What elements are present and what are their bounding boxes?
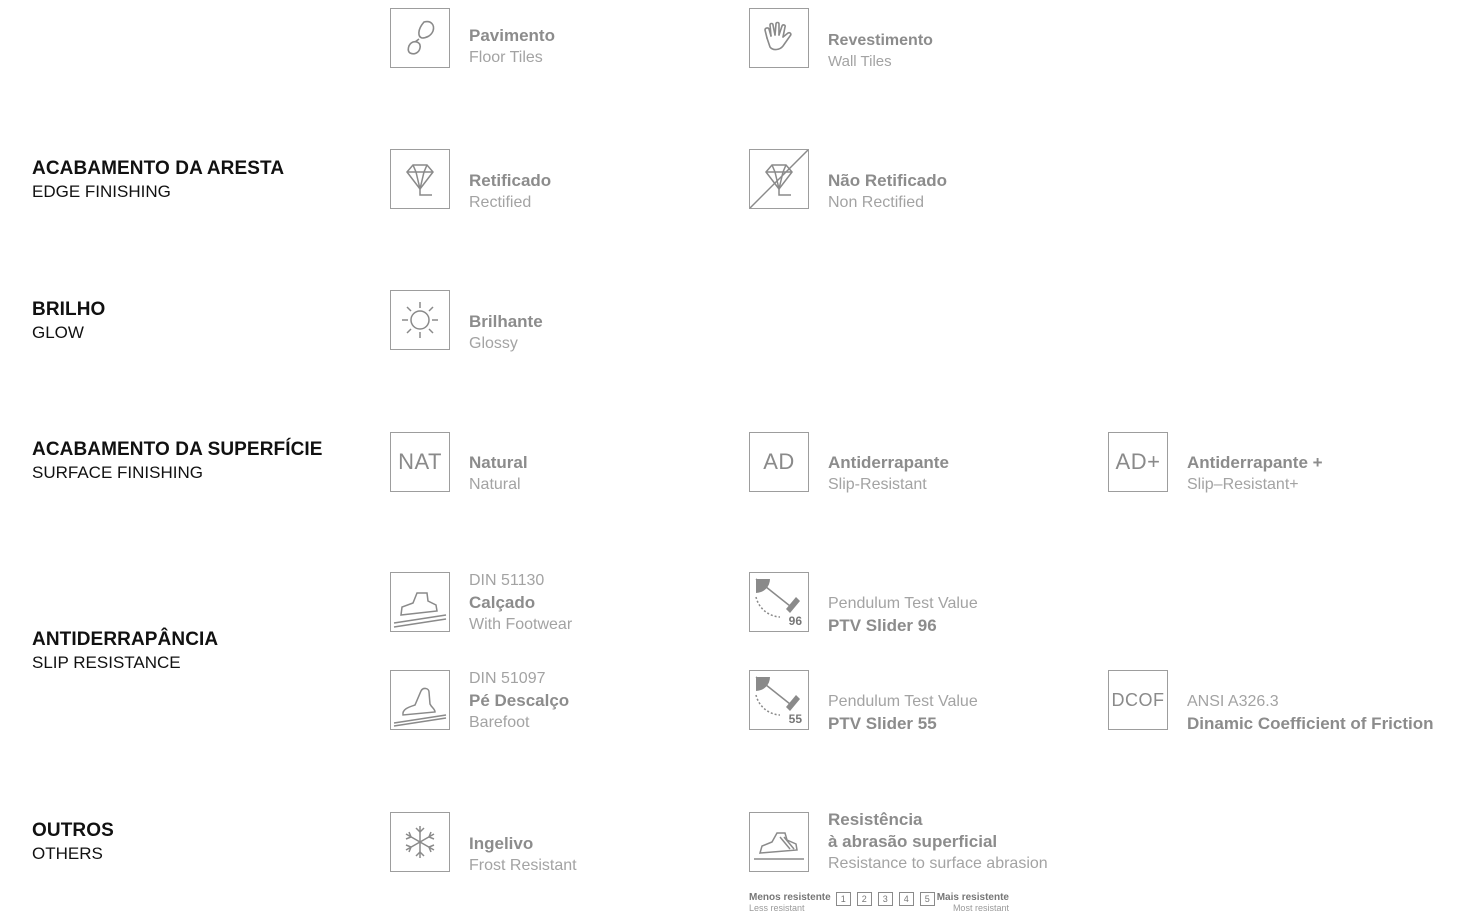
scale-level: 4	[898, 892, 914, 906]
ad-plus-badge: AD+	[1108, 432, 1168, 492]
ptv-badge-number: 96	[788, 614, 802, 628]
floor-tiles-label: Pavimento Floor Tiles	[469, 25, 555, 69]
section-title-pt: ANTIDERRAPÂNCIA	[32, 629, 219, 650]
sun-icon	[390, 290, 450, 350]
pendulum-icon: 55	[749, 670, 809, 730]
footwear-label: DIN 51130 Calçado With Footwear	[469, 570, 572, 636]
badge-text: AD	[763, 449, 795, 474]
scale-level: 5	[919, 892, 935, 906]
ad-badge: AD	[749, 432, 809, 492]
section-title-en: SURFACE FINISHING	[32, 463, 203, 482]
label-bold: Não Retificado	[828, 171, 948, 190]
wall-tiles-label: Revestimento Wall Tiles	[828, 31, 933, 72]
section-title-en: OTHERS	[32, 844, 103, 863]
label-sub: With Footwear	[469, 616, 573, 633]
label-sub: Rectified	[469, 194, 532, 211]
label-top: ANSI A326.3	[1187, 693, 1279, 710]
section-title-en: SLIP RESISTANCE	[32, 653, 181, 672]
scale-level: 3	[877, 892, 893, 906]
label-bold: Calçado	[469, 593, 536, 612]
label-bold: Natural	[469, 453, 528, 472]
badge-text: DCOF	[1111, 689, 1165, 710]
scale-less-pt: Menos resistente	[749, 892, 831, 903]
label-sub: Non Rectified	[828, 194, 925, 211]
abrasion-shoe-icon	[749, 812, 809, 872]
label-sub: Barefoot	[469, 714, 530, 731]
badge-text: NAT	[398, 449, 442, 474]
ptv-55-label: Pendulum Test Value PTV Slider 55	[828, 691, 978, 735]
label-bold: Antiderrapante	[828, 453, 949, 472]
label-sub: Slip-Resistant	[828, 476, 927, 493]
scale-more-en: Most resistant	[952, 903, 1009, 913]
pendulum-icon: 96	[749, 572, 809, 632]
dcof-badge: DCOF	[1108, 670, 1168, 730]
section-title-pt: ACABAMENTO DA SUPERFÍCIE	[32, 439, 323, 460]
section-surface-finishing: ACABAMENTO DA SUPERFÍCIE SURFACE FINISHI…	[32, 438, 323, 484]
dcof-label: ANSI A326.3 Dinamic Coefficient of Frict…	[1187, 691, 1434, 735]
label-bold: PTV Slider 96	[828, 616, 937, 635]
section-title-pt: OUTROS	[32, 820, 114, 841]
diamond-crossed-icon	[749, 149, 809, 209]
label-sub: Resistance to surface abrasion	[828, 855, 1048, 872]
footprint-icon	[390, 8, 450, 68]
label-sub: Floor Tiles	[469, 49, 543, 66]
section-slip-resistance: ANTIDERRAPÂNCIA SLIP RESISTANCE	[32, 628, 218, 674]
non-rectified-label: Não Retificado Non Rectified	[828, 170, 947, 214]
rectified-label: Retificado Rectified	[469, 170, 551, 214]
abrasion-label: Resistência à abrasão superficial Resist…	[828, 809, 1048, 875]
diamond-icon	[390, 149, 450, 209]
label-bold: Pé Descalço	[469, 691, 570, 710]
scale-level: 2	[856, 892, 872, 906]
label-top: Pendulum Test Value	[828, 693, 978, 710]
label-top: DIN 51097	[469, 670, 546, 687]
scale-more-pt: Mais resistente	[936, 892, 1009, 903]
label-bold: Dinamic Coefficient of Friction	[1187, 714, 1434, 733]
section-title-en: EDGE FINISHING	[32, 182, 171, 201]
natural-label: Natural Natural	[469, 452, 528, 496]
label-bold: Ingelivo	[469, 834, 534, 853]
label-bold: Retificado	[469, 171, 552, 190]
label-bold: Pavimento	[469, 26, 555, 45]
section-title-pt: BRILHO	[32, 299, 106, 320]
hand-icon	[749, 8, 809, 68]
snowflake-icon	[390, 812, 450, 872]
label-sub: Slip–Resistant+	[1187, 476, 1299, 493]
label-bold: Resistência	[828, 810, 923, 829]
glossy-label: Brilhante Glossy	[469, 311, 543, 355]
label-bold: à abrasão superficial	[828, 832, 998, 851]
label-bold: Brilhante	[469, 312, 543, 331]
scale-less-en: Less resistant	[749, 903, 805, 913]
nat-badge: NAT	[390, 432, 450, 492]
label-bold: PTV Slider 55	[828, 714, 937, 733]
ptv-badge-number: 55	[788, 712, 802, 726]
antiderrapante-plus-label: Antiderrapante + Slip–Resistant+	[1187, 452, 1323, 496]
label-sub: Frost Resistant	[469, 857, 577, 874]
barefoot-label: DIN 51097 Pé Descalço Barefoot	[469, 668, 569, 734]
shoe-ramp-icon	[390, 572, 450, 632]
scale-level: 1	[835, 892, 851, 906]
label-sub: Wall Tiles	[828, 53, 892, 70]
frost-resistant-label: Ingelivo Frost Resistant	[469, 833, 577, 877]
ptv-96-label: Pendulum Test Value PTV Slider 96	[828, 593, 978, 637]
badge-text: AD+	[1115, 449, 1161, 474]
antiderrapante-label: Antiderrapante Slip-Resistant	[828, 452, 949, 496]
foot-ramp-icon	[390, 670, 450, 730]
section-others: OUTROS OTHERS	[32, 819, 114, 865]
label-sub: Natural	[469, 476, 521, 493]
abrasion-scale: Menos resistente Less resistant 12345 Ma…	[749, 892, 1009, 913]
section-edge-finishing: ACABAMENTO DA ARESTA EDGE FINISHING	[32, 157, 284, 203]
label-sub: Glossy	[469, 335, 518, 352]
label-top: Pendulum Test Value	[828, 595, 978, 612]
label-top: DIN 51130	[469, 572, 545, 589]
label-bold: Revestimento	[828, 32, 933, 49]
section-title-en: GLOW	[32, 323, 84, 342]
section-title-pt: ACABAMENTO DA ARESTA	[32, 158, 285, 179]
section-glow: BRILHO GLOW	[32, 298, 105, 344]
label-bold: Antiderrapante +	[1187, 453, 1323, 472]
